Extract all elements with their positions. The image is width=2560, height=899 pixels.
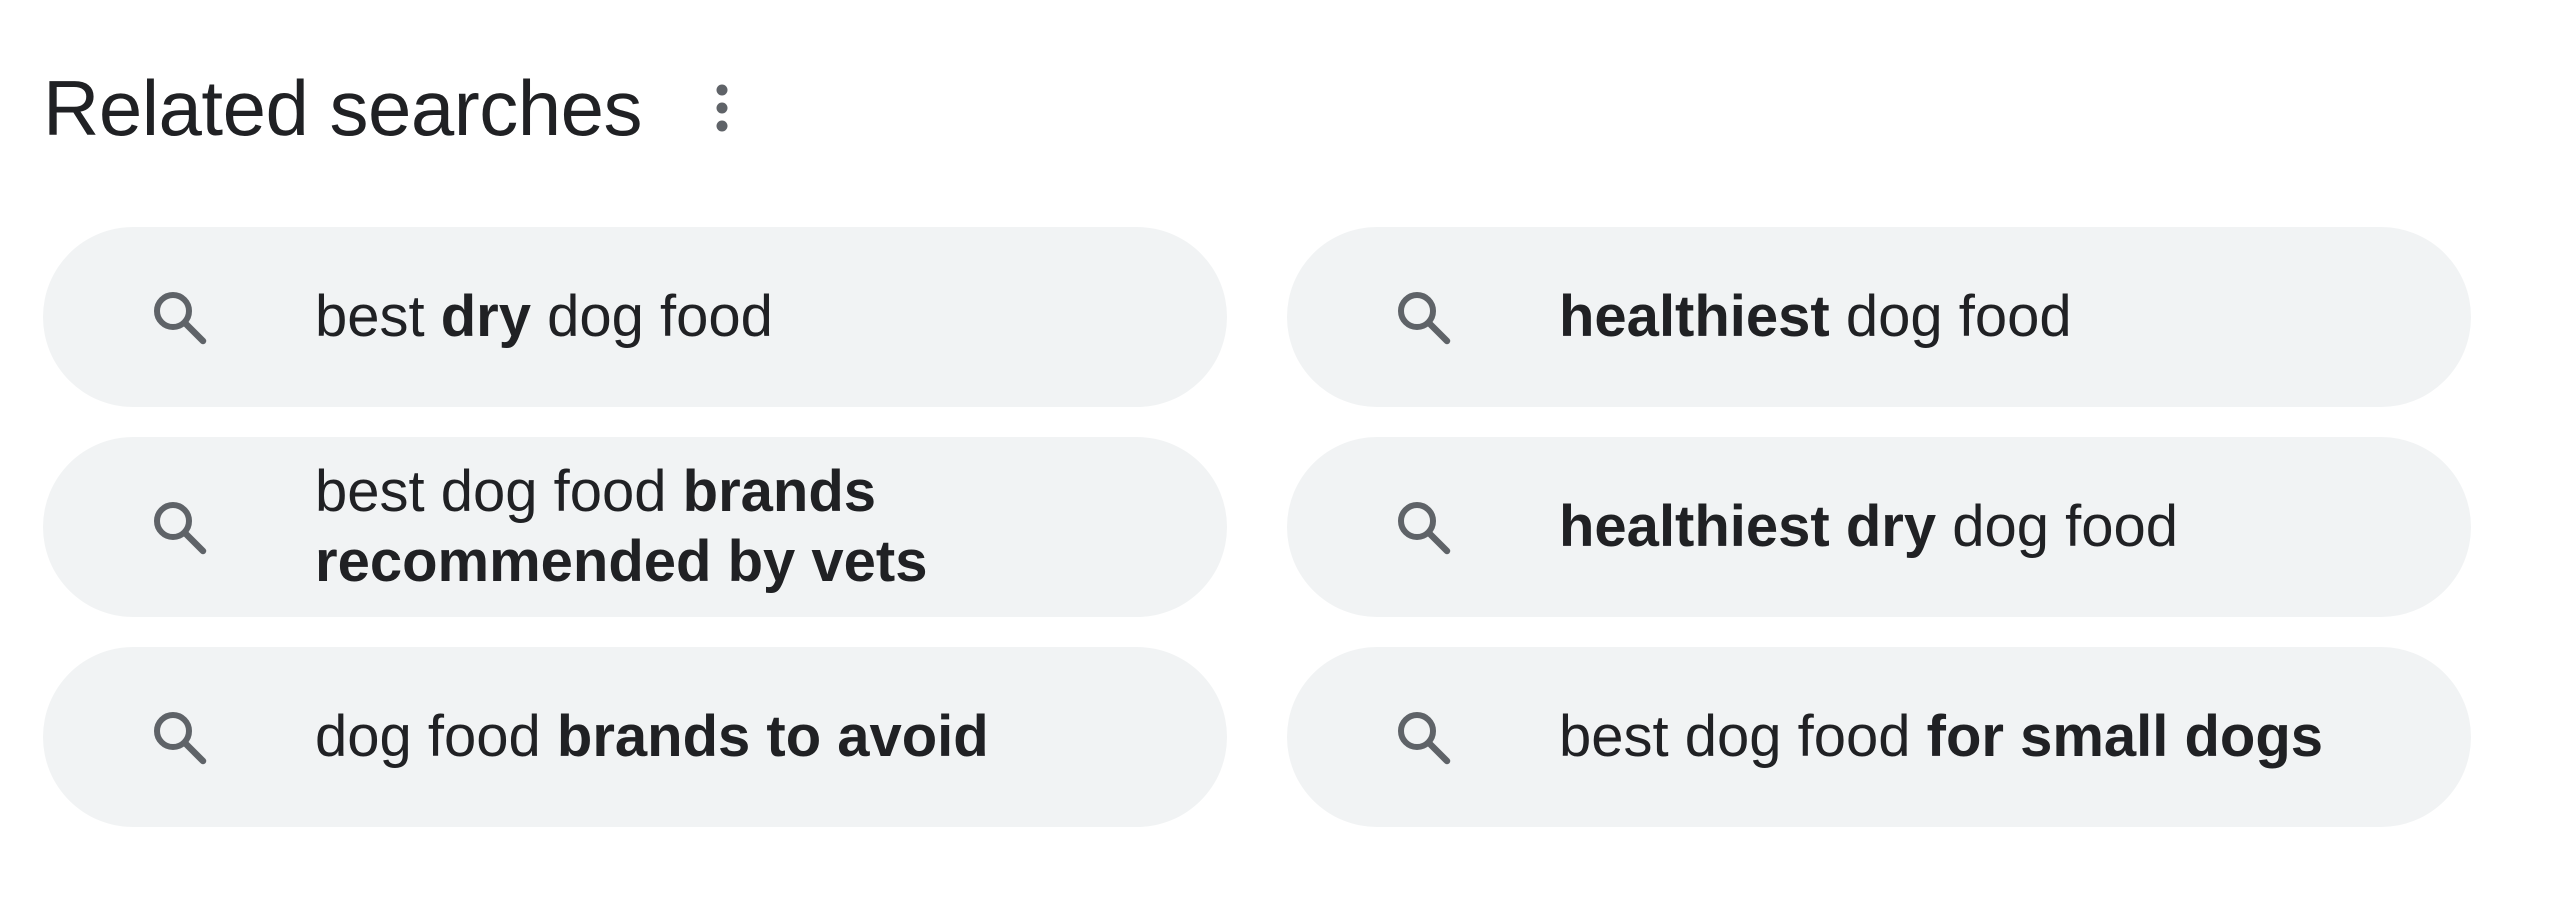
search-icon <box>150 708 208 766</box>
related-search-chip[interactable]: healthiest dog food <box>1287 227 2471 407</box>
related-search-text: best dry dog food <box>315 284 773 349</box>
related-searches-grid: best dry dog food healthiest dog food be… <box>43 227 2487 827</box>
search-icon <box>150 288 208 346</box>
section-title: Related searches <box>43 63 643 152</box>
related-search-text: best dog food brands recommended by vets <box>315 459 928 594</box>
related-search-text: dog food brands to avoid <box>315 704 989 769</box>
related-search-text: best dog food for small dogs <box>1559 704 2324 769</box>
related-search-chip[interactable]: healthiest dry dog food <box>1287 437 2471 617</box>
search-icon <box>1394 498 1452 556</box>
search-icon <box>150 498 208 556</box>
related-search-text: healthiest dry dog food <box>1559 494 2179 559</box>
search-icon <box>1394 288 1452 346</box>
vertical-dots-icon <box>716 84 728 132</box>
related-search-chip[interactable]: best dry dog food <box>43 227 1227 407</box>
related-search-chip[interactable]: dog food brands to avoid <box>43 647 1227 827</box>
related-search-chip[interactable]: best dog food for small dogs <box>1287 647 2471 827</box>
search-icon <box>1394 708 1452 766</box>
related-search-chip[interactable]: best dog food brands recommended by vets <box>43 437 1227 617</box>
more-options-button[interactable] <box>704 76 740 140</box>
related-search-text: healthiest dog food <box>1559 284 2072 349</box>
related-searches-header: Related searches <box>43 52 740 164</box>
